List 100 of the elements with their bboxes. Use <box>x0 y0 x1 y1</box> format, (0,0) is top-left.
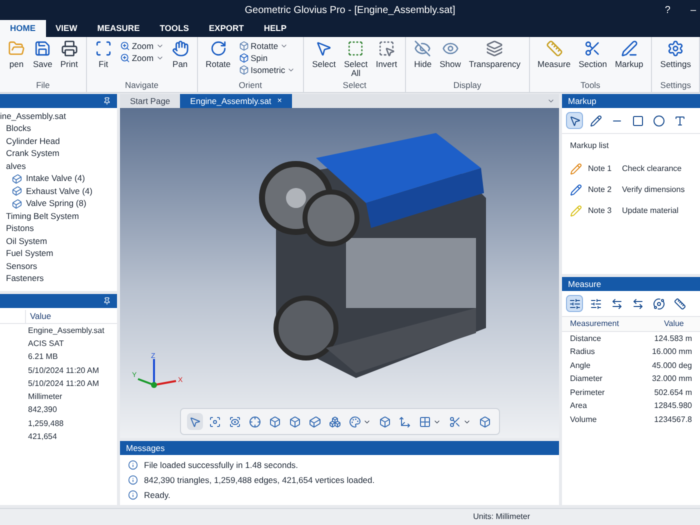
property-value: 5/10/2024 11:20 AM <box>28 364 100 377</box>
document-tab[interactable]: Start Page <box>120 94 180 108</box>
ribbon-button[interactable]: Markup <box>612 40 646 69</box>
table-cell-text: Distance <box>570 332 602 345</box>
ruler-icon <box>546 40 563 57</box>
ribbon-button[interactable]: Pan <box>170 40 191 69</box>
table-cell: 32.000 mm <box>652 373 692 386</box>
message-text: 842,390 triangles, 1,259,488 edges, 421,654 vertices loaded. <box>144 474 375 486</box>
tree-item[interactable]: Fasteners <box>6 272 44 286</box>
ribbon-button[interactable]: Zoom <box>118 52 166 64</box>
pen-icon <box>620 40 638 57</box>
note-text: Update material <box>622 204 678 216</box>
note-text: Verify dimensions <box>622 184 685 196</box>
invert-icon <box>378 40 395 57</box>
cube-icon <box>268 416 280 428</box>
note-name: Note 2 <box>588 184 613 196</box>
note-text: Check clearance <box>622 162 682 174</box>
printer-icon <box>60 40 78 57</box>
ribbon-button[interactable]: Fit <box>92 40 114 69</box>
pin-icon[interactable] <box>103 297 111 305</box>
tree-item[interactable]: Crank System <box>6 147 60 160</box>
tree-item[interactable]: Valve Spring (8) <box>26 197 86 210</box>
cube-icon <box>378 416 390 428</box>
tree-item[interactable]: Oil System <box>6 234 48 248</box>
ribbon-tab[interactable]: HOME <box>0 20 46 37</box>
property-value: 421,654 <box>28 431 57 444</box>
window-title: Geometric Glovius Pro - [Engine_Assembly.sat] <box>244 4 456 18</box>
property-value: ACIS SAT <box>28 338 64 350</box>
part-icon <box>12 186 22 196</box>
ribbon-button[interactable]: Spin <box>236 52 298 64</box>
cube-icon <box>478 416 490 428</box>
ribbon-button[interactable]: Transparency <box>466 40 522 69</box>
ribbon-button[interactable]: Rotate <box>204 40 233 69</box>
tree-item[interactable]: alves <box>6 160 26 173</box>
table-cell: 45.000 deg <box>652 360 692 372</box>
tree-item[interactable]: Blocks <box>6 122 32 136</box>
tree-item[interactable]: Cylinder Head <box>6 134 60 148</box>
group-label: Select <box>342 80 366 92</box>
tree-item[interactable]: Fuel System <box>6 247 54 260</box>
select-all-icon <box>347 40 364 57</box>
tree-item[interactable]: Timing Belt System <box>6 210 79 223</box>
tool-button[interactable] <box>566 295 583 312</box>
ribbon-button[interactable]: Select All <box>342 40 370 78</box>
ribbon-button[interactable]: Rotatte <box>236 40 298 52</box>
zoom-icon <box>120 53 130 63</box>
ruler-icon <box>674 298 686 310</box>
ribbon-tab[interactable]: TOOLS <box>150 20 199 37</box>
ribbon-button[interactable]: Measure <box>536 40 573 69</box>
status-text: Units: Millimeter <box>473 511 530 523</box>
column-header: Value <box>664 318 684 330</box>
cursor-icon <box>568 114 580 126</box>
ribbon-button[interactable]: Settings <box>658 40 693 69</box>
group-label: Tools <box>580 80 600 92</box>
ribbon-button[interactable]: Invert <box>374 40 400 69</box>
tree-item[interactable]: Exhaust Valve (4) <box>26 184 92 198</box>
cube-icon <box>238 65 249 75</box>
close-tab-icon[interactable]: × <box>277 95 282 107</box>
property-value: 1,259,488 <box>28 418 64 430</box>
message-text: File loaded successfully in 1.48 seconds. <box>144 459 298 472</box>
ribbon-button[interactable]: Section <box>576 40 609 69</box>
ribbon-button[interactable]: Save <box>31 40 54 69</box>
table-cell: 12845.980 <box>654 400 692 412</box>
tree-item[interactable]: Intake Valve (4) <box>26 172 85 186</box>
ribbon-button[interactable]: pen <box>6 40 27 69</box>
tree-item[interactable]: Pistons <box>6 222 34 236</box>
layers-icon <box>486 40 504 57</box>
hide-icon <box>414 40 432 57</box>
view-tool-button[interactable] <box>186 413 202 430</box>
property-value: Millimeter <box>28 391 62 404</box>
target-icon <box>248 416 260 428</box>
window-control[interactable]: – <box>690 2 696 18</box>
ribbon-tab[interactable]: VIEW <box>46 20 88 37</box>
ribbon-tab[interactable]: EXPORT <box>198 20 254 37</box>
pin-icon[interactable] <box>103 97 111 105</box>
tree-item[interactable]: Sensors <box>6 260 38 273</box>
document-tab[interactable]: Engine_Assembly.sat × <box>180 94 292 108</box>
sliders-icon <box>590 298 602 310</box>
ribbon-button[interactable]: Isometric <box>236 64 298 76</box>
property-value: 6.21 MB <box>28 351 58 364</box>
note-name: Note 1 <box>588 162 613 174</box>
table-cell: 502.654 m <box>654 386 692 399</box>
ribbon-button[interactable]: Print <box>58 40 80 69</box>
ribbon-tab[interactable]: HELP <box>254 20 296 37</box>
table-cell: 1234567.8 <box>654 414 692 426</box>
ribbon-button[interactable]: Zoom <box>118 40 166 52</box>
ribbon-button[interactable]: Select <box>310 40 338 69</box>
window-control[interactable]: ? <box>664 2 670 18</box>
tool-button[interactable] <box>566 112 583 129</box>
ribbon-tab[interactable]: MEASURE <box>87 20 150 37</box>
column-header: Measurement <box>570 318 620 330</box>
tree-item[interactable]: ine_Assembly.sat <box>0 110 66 123</box>
panel-title: Measure <box>568 278 602 290</box>
part-icon <box>12 198 22 209</box>
caret-icon[interactable] <box>547 97 555 105</box>
ribbon-button[interactable]: Hide <box>412 40 434 69</box>
property-value: 842,390 <box>28 404 57 416</box>
property-value: Engine_Assembly.sat <box>28 324 104 337</box>
focus-icon <box>208 416 220 428</box>
scan-icon <box>228 416 240 428</box>
ribbon-button[interactable]: Show <box>438 40 463 69</box>
